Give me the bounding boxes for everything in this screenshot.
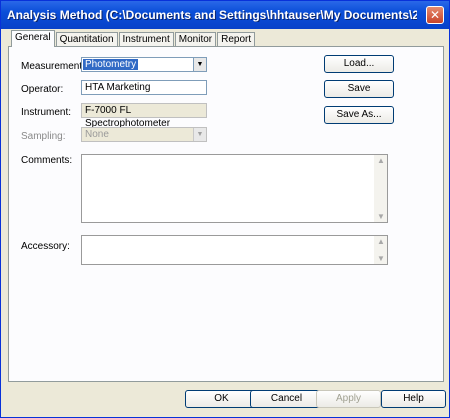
accessory-label: Accessory: [21, 241, 70, 252]
measurement-select[interactable]: Photometry ▼ [81, 57, 207, 72]
window-title: Analysis Method (C:\Documents and Settin… [7, 8, 417, 22]
sampling-value: None [85, 129, 109, 140]
tab-quantitation[interactable]: Quantitation [55, 32, 118, 47]
scroll-down-icon[interactable]: ▼ [377, 254, 385, 263]
tab-general[interactable]: General [11, 30, 55, 47]
comments-textarea[interactable]: ▲ ▼ [81, 154, 388, 223]
chevron-down-icon[interactable]: ▼ [193, 58, 206, 71]
instrument-value: F-7000 FL Spectrophotometer [81, 103, 207, 129]
scroll-up-icon[interactable]: ▲ [377, 156, 385, 165]
operator-label: Operator: [21, 84, 64, 95]
scroll-up-icon[interactable]: ▲ [377, 237, 385, 246]
accessory-scrollbar[interactable]: ▲ ▼ [374, 236, 387, 264]
tab-instrument[interactable]: Instrument [118, 32, 174, 47]
save-button[interactable]: Save [324, 80, 394, 98]
tab-report[interactable]: Report [217, 32, 256, 47]
load-button[interactable]: Load... [324, 55, 394, 73]
measurement-value: Photometry [83, 59, 139, 70]
sampling-label: Sampling: [21, 131, 66, 142]
title-bar[interactable]: Analysis Method (C:\Documents and Settin… [1, 1, 449, 29]
sampling-select: None ▼ [81, 127, 207, 142]
close-icon[interactable]: ✕ [426, 6, 444, 24]
apply-button: Apply [316, 390, 381, 408]
cancel-button[interactable]: Cancel [250, 390, 323, 408]
ok-button[interactable]: OK [185, 390, 258, 408]
tab-strip: General Quantitation Instrument Monitor … [11, 30, 256, 47]
scroll-down-icon[interactable]: ▼ [377, 212, 385, 221]
comments-scrollbar[interactable]: ▲ ▼ [374, 155, 387, 222]
operator-input[interactable]: HTA Marketing [81, 80, 207, 95]
help-button[interactable]: Help [381, 390, 446, 408]
instrument-label: Instrument: [21, 107, 72, 118]
general-panel: Measurement: Photometry ▼ Operator: HTA … [8, 46, 444, 382]
comments-label: Comments: [21, 155, 73, 166]
dialog-window: Analysis Method (C:\Documents and Settin… [0, 0, 450, 418]
save-as-button[interactable]: Save As... [324, 106, 394, 124]
measurement-label: Measurement: [21, 61, 85, 72]
tab-monitor[interactable]: Monitor [174, 32, 217, 47]
accessory-textarea[interactable]: ▲ ▼ [81, 235, 388, 265]
chevron-down-icon: ▼ [193, 128, 206, 141]
